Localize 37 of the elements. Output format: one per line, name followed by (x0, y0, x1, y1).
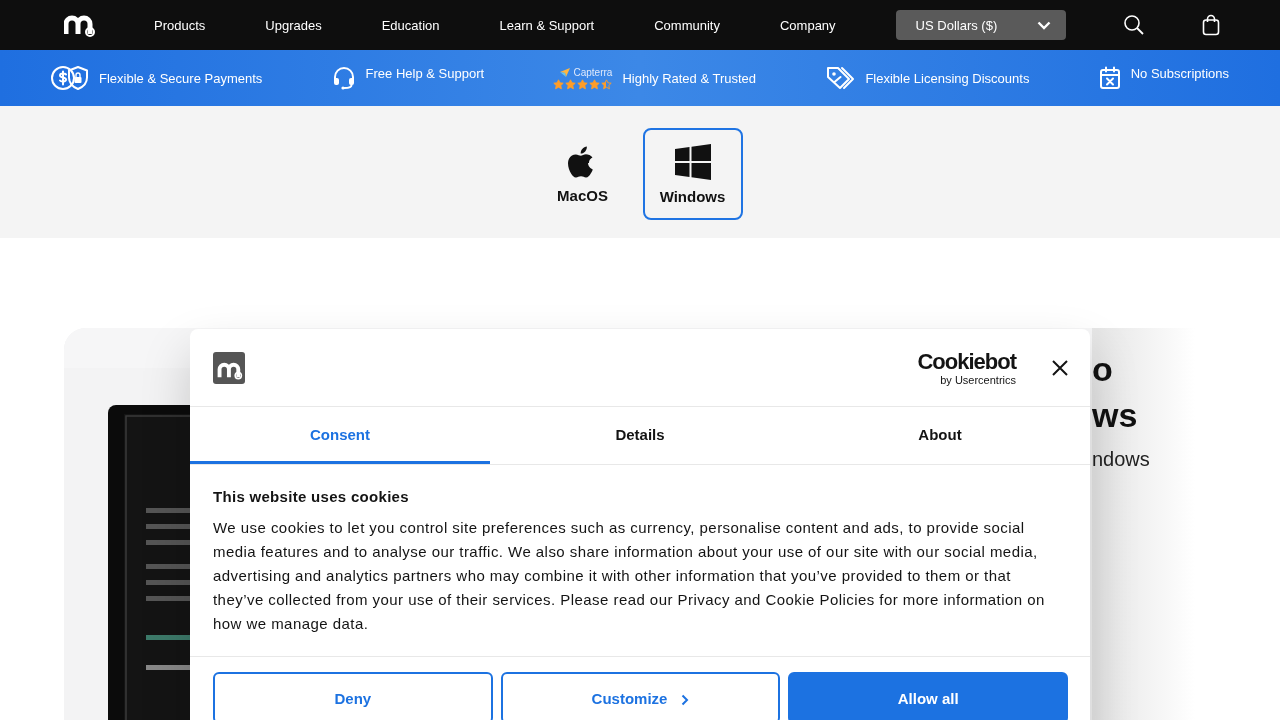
search-icon[interactable] (1123, 15, 1144, 35)
close-icon[interactable] (1052, 359, 1068, 376)
headset-icon (331, 66, 356, 90)
dialog-text: We use cookies to let you control site preferences such as currency, personalise content and ads, to provide social media features and to analyse our traffic. We also share information about your use of our site with our social media, advertising and analytics partners who may combine it with other information that you’ve provided to them or that they’ve collected from your use of their services. Please read our Privacy and Cookie Policies for more information on how we manage data. (213, 518, 1046, 634)
cookiebot-logo: Cookiebot by Usercentrics (917, 349, 1016, 386)
benefit-label: Flexible & Secure Payments (99, 70, 263, 86)
benefit-label: Flexible Licensing Discounts (865, 70, 1030, 86)
logo-icon (213, 351, 245, 384)
chevron-down-icon (1036, 20, 1051, 30)
nav-link[interactable]: Company (779, 17, 836, 33)
dialog-tab[interactable]: Consent (190, 407, 490, 464)
nav-link[interactable]: Upgrades (265, 17, 322, 33)
customize-button[interactable]: Customize (500, 672, 781, 720)
nav-link[interactable]: Education (381, 17, 440, 33)
chevron-right-icon (681, 694, 690, 706)
calendar-cross-icon (1098, 66, 1121, 90)
benefit-label: No Subscriptions (1130, 65, 1229, 81)
review-site-name: Capterra (573, 66, 613, 78)
product-title: o (1092, 349, 1114, 390)
benefit-label: Free Help & Support (365, 65, 485, 81)
deny-button[interactable]: Deny (213, 672, 493, 720)
shield-dollar-icon (51, 65, 89, 91)
paper-plane-icon (558, 66, 571, 78)
nav-link[interactable]: Community (654, 17, 720, 33)
dialog-heading: This website uses cookies (213, 488, 410, 506)
allow-button[interactable]: Allow all (788, 672, 1068, 720)
benefit-label: Highly Rated & Trusted (622, 70, 757, 86)
windows-icon (674, 143, 711, 180)
shopping-bag-icon[interactable] (1201, 14, 1220, 36)
product-subtitle: ndows (1092, 447, 1150, 472)
currency-select[interactable]: US Dollars ($) (895, 10, 1066, 40)
nav-link[interactable]: Products (154, 17, 206, 33)
nav-link[interactable]: Learn & Support (499, 17, 595, 33)
platform-tab[interactable]: MacOS (537, 128, 628, 220)
platform-tab[interactable]: Windows (642, 128, 743, 220)
price-tag-icon (825, 65, 856, 91)
product-title: ws (1092, 395, 1139, 436)
